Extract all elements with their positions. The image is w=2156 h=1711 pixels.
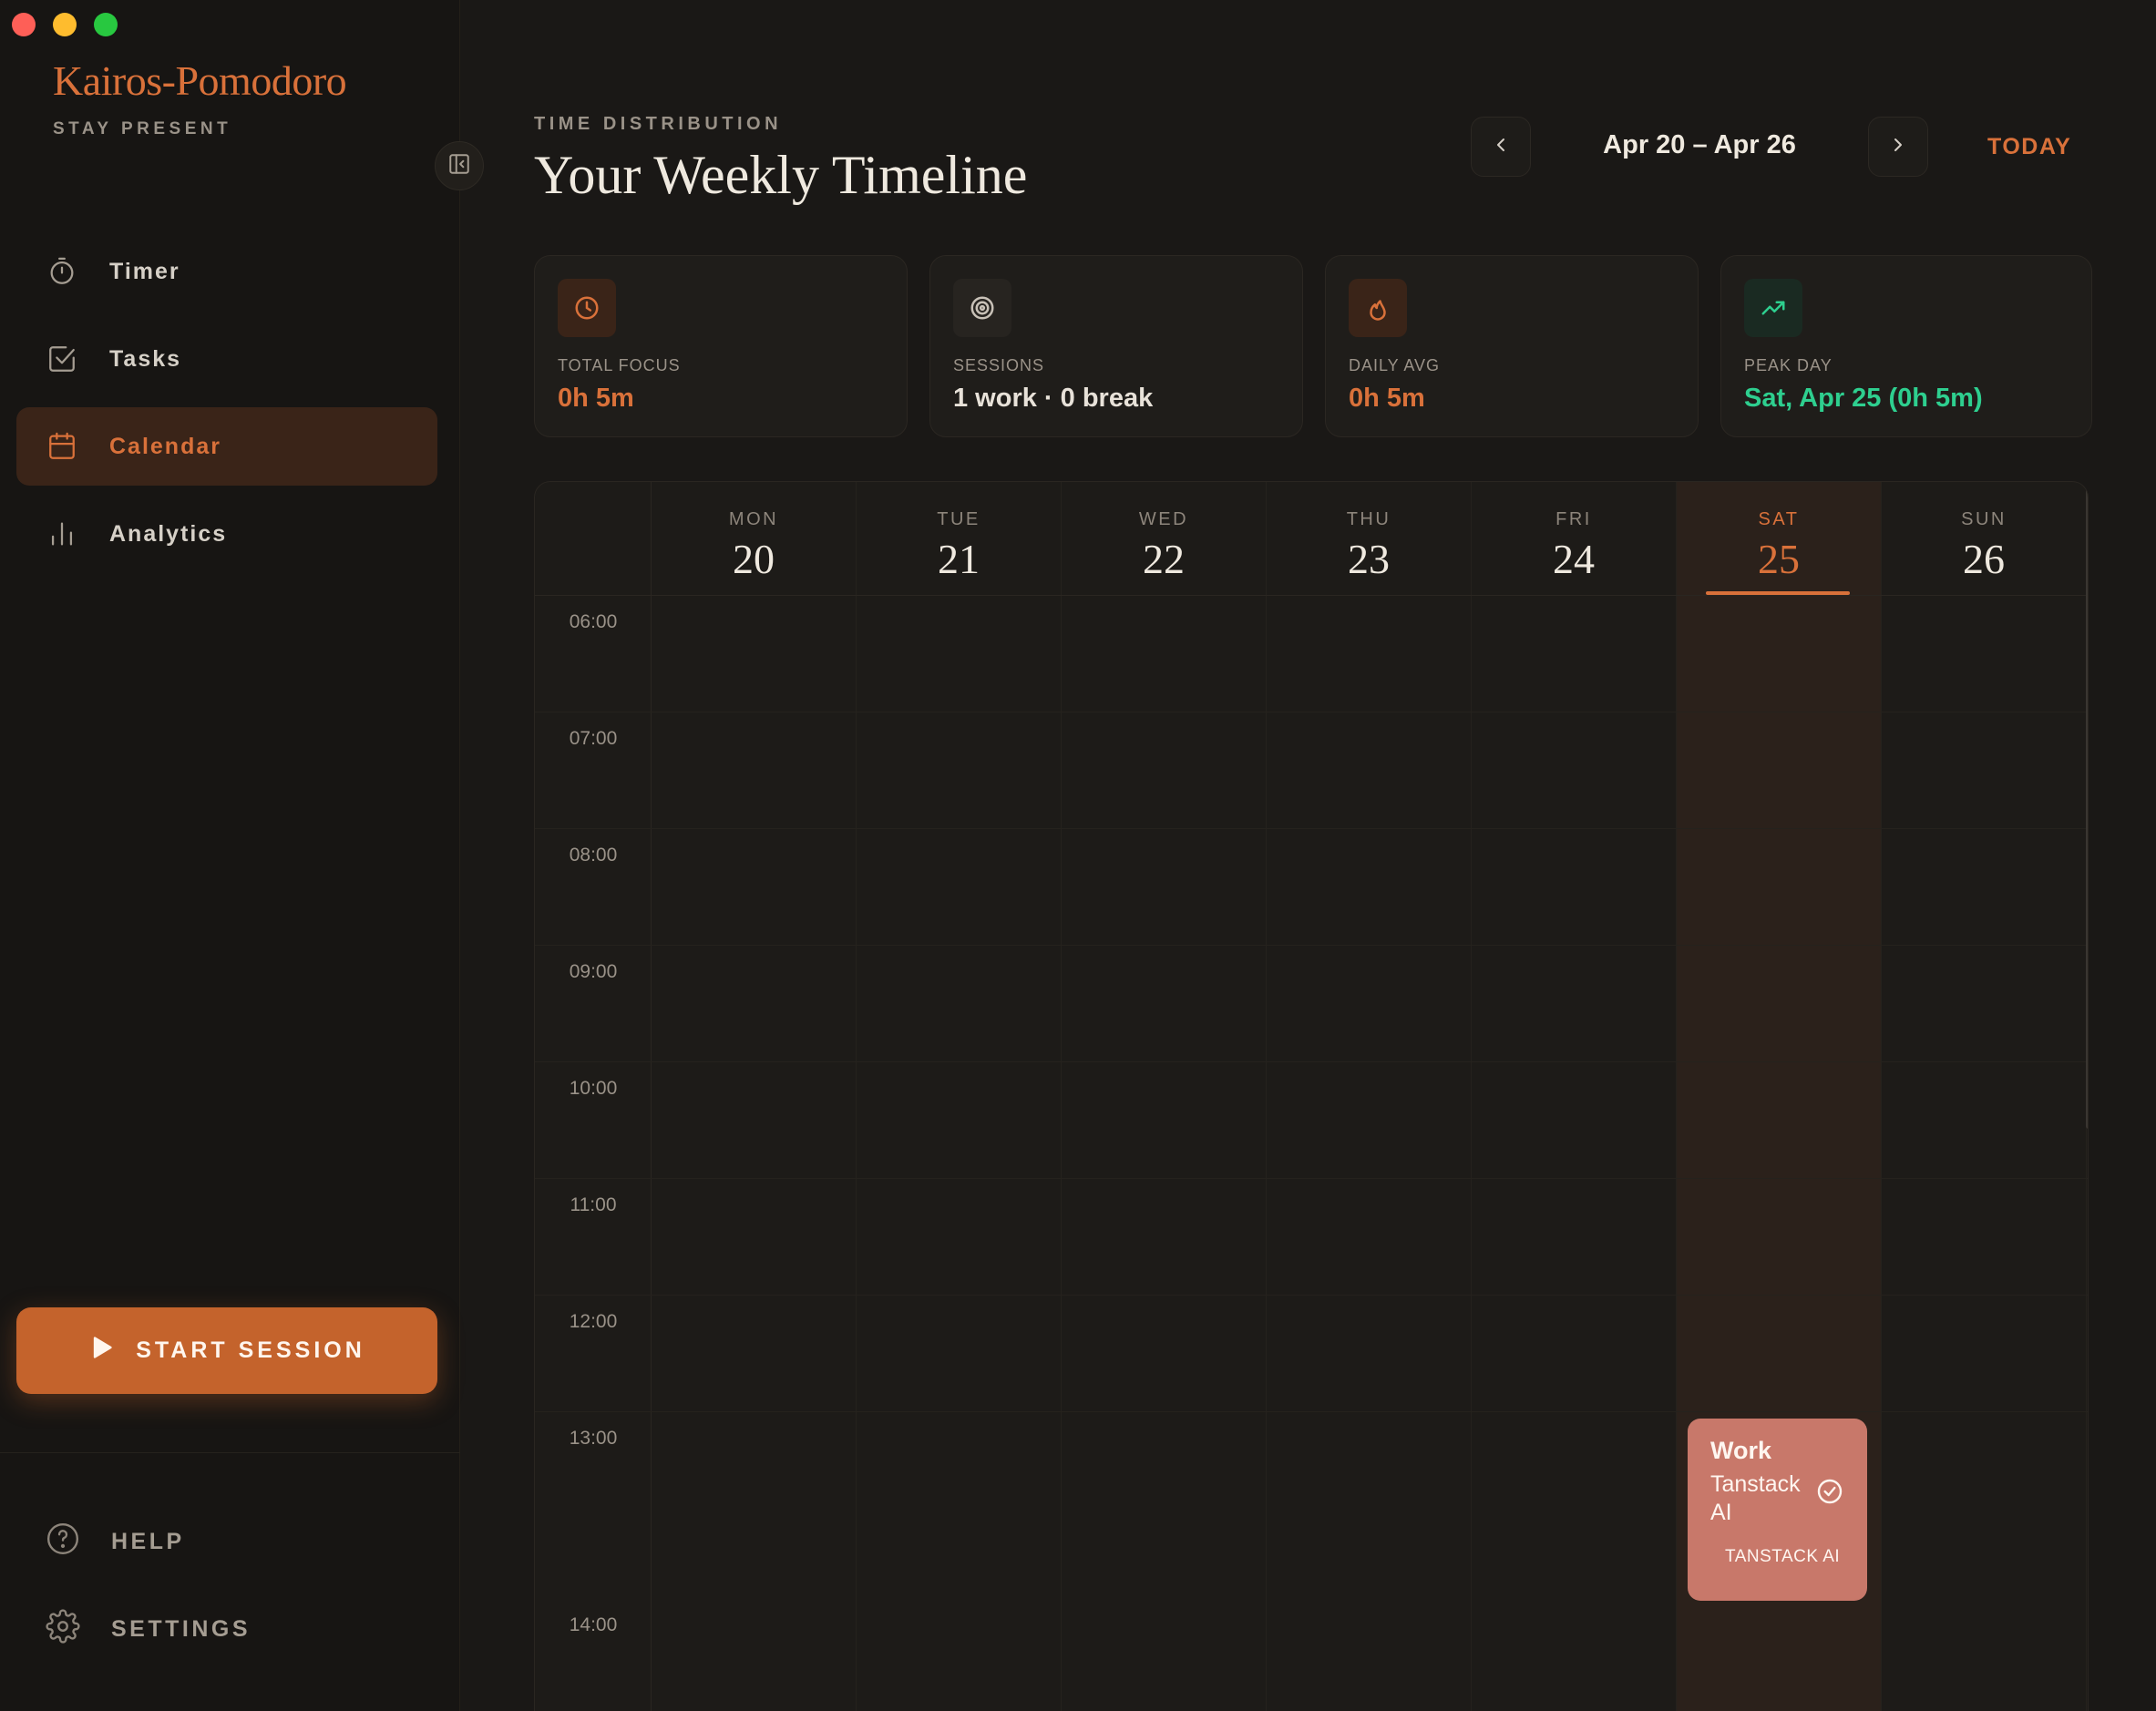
hour-line <box>535 1061 2088 1062</box>
date-range: Apr 20 – Apr 26 <box>1603 130 1796 159</box>
hour-label: 13:00 <box>569 1428 618 1449</box>
stat-label: PEAK DAY <box>1744 356 1833 374</box>
hour-line <box>535 828 2088 829</box>
sidebar-item-calendar[interactable]: Calendar <box>16 407 437 486</box>
help-icon <box>46 1521 80 1562</box>
next-week-button[interactable] <box>1868 117 1928 177</box>
hour-label: 06:00 <box>569 611 618 632</box>
start-session-label: START SESSION <box>136 1337 365 1363</box>
stat-card-peak-day: PEAK DAY Sat, Apr 25 (0h 5m) <box>1720 255 2092 437</box>
hour-line <box>535 1411 2088 1412</box>
gear-icon <box>46 1609 80 1650</box>
stat-card-sessions: SESSIONS 1 work · 0 break <box>929 255 1303 437</box>
sidebar-item-timer[interactable]: Timer <box>16 232 437 311</box>
window-controls <box>12 13 118 36</box>
hour-label: 07:00 <box>569 728 618 749</box>
sidebar-item-label: Analytics <box>109 520 228 547</box>
day-column-thu[interactable]: THU 23 <box>1267 482 1472 1711</box>
sidebar: Kairos-Pomodoro STAY PRESENT Timer Tasks… <box>0 0 460 1711</box>
checkbox-icon <box>46 343 78 375</box>
today-button[interactable]: TODAY <box>1987 134 2071 160</box>
stat-value: 1 work · 0 break <box>953 384 1154 413</box>
sidebar-item-label: Calendar <box>109 433 221 459</box>
sidebar-item-label: Timer <box>109 258 180 284</box>
hour-label: 11:00 <box>570 1194 617 1215</box>
hour-label: 09:00 <box>569 961 618 982</box>
hour-label: 10:00 <box>569 1078 618 1099</box>
maximize-window-button[interactable] <box>94 13 118 36</box>
sidebar-nav: Timer Tasks Calendar Analytics <box>16 232 437 582</box>
settings-label: SETTINGS <box>111 1616 252 1642</box>
calendar-scrollbar[interactable] <box>2086 482 2088 1129</box>
stopwatch-icon <box>46 255 78 288</box>
chevron-left-icon <box>1490 134 1512 160</box>
app-brand: Kairos-Pomodoro <box>53 57 347 104</box>
minimize-window-button[interactable] <box>53 13 77 36</box>
hour-label: 12:00 <box>569 1311 618 1332</box>
hour-label: 08:00 <box>569 845 618 866</box>
flame-icon <box>1349 279 1407 337</box>
calendar-header <box>535 482 2088 596</box>
stat-label: TOTAL FOCUS <box>558 356 681 374</box>
stat-label: DAILY AVG <box>1349 356 1441 374</box>
check-circle-icon <box>1815 1477 1844 1511</box>
previous-week-button[interactable] <box>1471 117 1531 177</box>
day-column-sun[interactable]: SUN 26 <box>1882 482 2087 1711</box>
trending-up-icon <box>1744 279 1802 337</box>
collapse-sidebar-button[interactable] <box>435 141 484 190</box>
stat-value: 0h 5m <box>1349 384 1425 413</box>
day-column-mon[interactable]: MON 20 <box>652 482 857 1711</box>
stat-label: SESSIONS <box>953 356 1045 374</box>
app-tagline: STAY PRESENT <box>53 119 232 138</box>
help-link[interactable]: HELP <box>46 1521 185 1562</box>
sidebar-item-analytics[interactable]: Analytics <box>16 495 437 573</box>
page-title: Your Weekly Timeline <box>534 145 1028 205</box>
target-icon <box>953 279 1011 337</box>
stat-value: 0h 5m <box>558 384 634 413</box>
day-column-tue[interactable]: TUE 21 <box>857 482 1062 1711</box>
hour-label: 14:00 <box>569 1614 618 1635</box>
event-tag: TANSTACK AI <box>1725 1547 1841 1566</box>
event-type: Work <box>1710 1437 1772 1464</box>
day-column-wed[interactable]: WED 22 <box>1062 482 1267 1711</box>
start-session-button[interactable]: START SESSION <box>16 1307 437 1394</box>
hour-line <box>535 945 2088 946</box>
settings-link[interactable]: SETTINGS <box>46 1609 251 1650</box>
sidebar-item-label: Tasks <box>109 345 182 372</box>
close-window-button[interactable] <box>12 13 36 36</box>
calendar-icon <box>46 430 78 463</box>
stat-value: Sat, Apr 25 (0h 5m) <box>1744 384 1983 413</box>
calendar-event[interactable]: Work Tanstack AI TANSTACK AI <box>1688 1419 1867 1601</box>
hour-line <box>535 1178 2088 1179</box>
sidebar-item-tasks[interactable]: Tasks <box>16 320 437 398</box>
sidebar-divider <box>0 1452 460 1453</box>
help-label: HELP <box>111 1529 185 1554</box>
bar-chart-icon <box>46 517 78 550</box>
page-eyebrow: TIME DISTRIBUTION <box>534 114 783 134</box>
event-title: Tanstack AI <box>1710 1471 1801 1525</box>
clock-icon <box>558 279 616 337</box>
stat-card-daily-avg: DAILY AVG 0h 5m <box>1325 255 1699 437</box>
sidebar-collapse-icon <box>447 152 471 180</box>
day-column-fri[interactable]: FRI 24 <box>1472 482 1677 1711</box>
chevron-right-icon <box>1887 134 1909 160</box>
play-icon <box>88 1335 114 1367</box>
hour-line <box>535 1295 2088 1296</box>
stat-card-total-focus: TOTAL FOCUS 0h 5m <box>534 255 908 437</box>
